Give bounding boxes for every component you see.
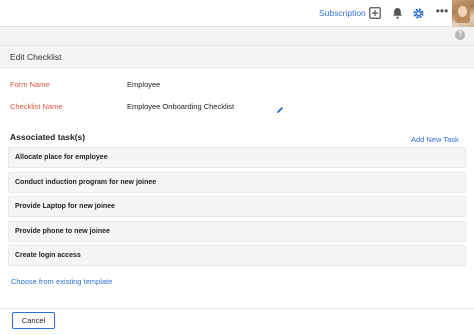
more-icon[interactable]: •••	[433, 4, 451, 18]
task-row[interactable]: Allocate place for employee	[8, 147, 466, 168]
bell-icon[interactable]	[390, 6, 404, 20]
form-name-value: Employee	[127, 80, 161, 89]
panel-header: Edit Checklist	[0, 46, 474, 68]
panel-title: Edit Checklist	[10, 52, 62, 62]
task-label: Provide Laptop for new joinee	[15, 203, 115, 210]
edit-checklist-panel: Edit Checklist Form Name Employee Checkl…	[0, 45, 474, 335]
top-bar: Subscription •••	[0, 0, 474, 27]
task-row[interactable]: Provide Laptop for new joinee	[8, 196, 466, 217]
cancel-button[interactable]: Cancel	[12, 312, 55, 329]
associated-tasks-title: Associated task(s)	[10, 132, 86, 142]
subscription-link[interactable]: Subscription	[319, 8, 366, 18]
checklist-name-label: Checklist Name	[10, 102, 63, 111]
avatar[interactable]	[452, 0, 474, 27]
gear-icon[interactable]	[411, 6, 425, 20]
footer-divider	[0, 308, 474, 309]
choose-template-link[interactable]: Choose from existing template	[11, 277, 112, 286]
task-label: Allocate place for employee	[15, 154, 108, 161]
help-icon[interactable]: ?	[455, 30, 465, 40]
task-label: Provide phone to new joinee	[15, 228, 110, 235]
task-row[interactable]: Create login access	[8, 245, 466, 266]
task-row[interactable]: Conduct induction program for new joinee	[8, 172, 466, 193]
checklist-name-value: Employee Onboarding Checklist	[127, 102, 235, 111]
plus-box-icon[interactable]	[368, 6, 382, 20]
form-name-label: Form Name	[10, 80, 50, 89]
task-row[interactable]: Provide phone to new joinee	[8, 221, 466, 242]
task-label: Create login access	[15, 252, 81, 259]
task-label: Conduct induction program for new joinee	[15, 179, 157, 186]
pencil-icon[interactable]	[276, 101, 284, 113]
add-new-task-link[interactable]: Add New Task	[411, 135, 459, 144]
